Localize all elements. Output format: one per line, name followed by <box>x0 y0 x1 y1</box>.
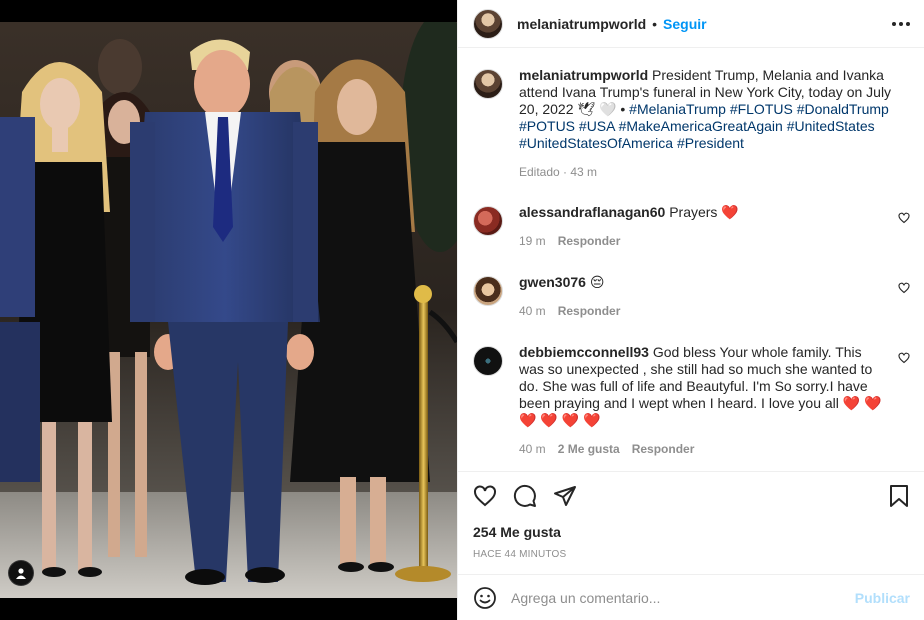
like-comment-heart-icon[interactable] <box>898 282 910 294</box>
comment-item: gwen3076 😔 40 m Responder <box>473 274 910 320</box>
hashtag-link[interactable]: #FLOTUS <box>730 101 793 117</box>
caption-username[interactable]: melaniatrumpworld <box>519 67 648 83</box>
comment-item: debbiemcconnell93 God bless Your whole f… <box>473 344 910 458</box>
comment-text: Prayers ❤️ <box>669 204 739 220</box>
heart-icon[interactable] <box>473 484 497 508</box>
author-avatar[interactable] <box>473 8 503 39</box>
comment-time[interactable]: 40 m <box>519 303 546 320</box>
hashtag-link[interactable]: #UnitedStates <box>787 118 875 134</box>
commenter-avatar[interactable] <box>473 346 503 376</box>
author-username[interactable]: melaniatrumpworld <box>517 16 646 32</box>
like-comment-heart-icon[interactable] <box>898 352 910 364</box>
comments-list[interactable]: melaniatrumpworld President Trump, Melan… <box>458 49 924 471</box>
like-comment-heart-icon[interactable] <box>898 212 910 224</box>
reply-button[interactable]: Responder <box>558 233 621 250</box>
reply-button[interactable]: Responder <box>632 441 695 458</box>
tagged-people-button[interactable] <box>8 560 34 586</box>
follow-button[interactable]: Seguir <box>663 16 707 32</box>
caption-emoji: 🕊 🤍 • <box>577 101 626 117</box>
author-avatar[interactable] <box>473 69 503 99</box>
post-panel: melaniatrumpworld • Seguir melaniatrumpw… <box>457 0 924 620</box>
publish-button[interactable]: Publicar <box>855 590 910 606</box>
likes-count[interactable]: 254 Me gusta <box>458 508 924 540</box>
post-header: melaniatrumpworld • Seguir <box>458 0 924 48</box>
comment-composer: Publicar <box>458 574 924 620</box>
hashtag-link[interactable]: #MakeAmericaGreatAgain <box>619 118 783 134</box>
comment-item: alessandraflanagan60 Prayers ❤️ 19 m Res… <box>473 204 910 250</box>
hashtag-link[interactable]: #UnitedStatesOfAmerica <box>519 135 673 151</box>
user-icon <box>16 568 26 579</box>
comment-input[interactable] <box>511 589 855 606</box>
commenter-avatar[interactable] <box>473 206 503 236</box>
hashtag-link[interactable]: #President <box>677 135 744 151</box>
comment-username[interactable]: debbiemcconnell93 <box>519 344 649 360</box>
post-photo <box>0 22 457 598</box>
hashtag-link[interactable]: #USA <box>579 118 615 134</box>
post-media[interactable] <box>0 0 457 620</box>
separator-dot: • <box>652 15 658 32</box>
post-time: HACE 44 MINUTOS <box>473 549 567 560</box>
bookmark-icon[interactable] <box>888 484 910 508</box>
caption-entry: melaniatrumpworld President Trump, Melan… <box>473 67 910 181</box>
post-actions: 254 Me gusta HACE 44 MINUTOS <box>458 471 924 574</box>
caption-edited-time: Editado · 43 m <box>519 165 598 179</box>
smiley-icon[interactable] <box>473 586 497 610</box>
reply-button[interactable]: Responder <box>558 303 621 320</box>
hashtag-link[interactable]: #POTUS <box>519 118 575 134</box>
more-options-icon[interactable] <box>892 16 910 32</box>
comment-username[interactable]: alessandraflanagan60 <box>519 204 665 220</box>
comment-time[interactable]: 40 m <box>519 441 546 458</box>
hashtag-link[interactable]: #DonaldTrump <box>797 101 889 117</box>
commenter-avatar[interactable] <box>473 276 503 306</box>
hashtag-link[interactable]: #MelaniaTrump <box>629 101 726 117</box>
share-icon[interactable] <box>553 484 577 508</box>
comment-text: 😔 <box>589 274 605 290</box>
comment-username[interactable]: gwen3076 <box>519 274 586 290</box>
comment-likes-count[interactable]: 2 Me gusta <box>558 441 620 458</box>
comment-time[interactable]: 19 m <box>519 233 546 250</box>
comment-icon[interactable] <box>513 484 537 508</box>
